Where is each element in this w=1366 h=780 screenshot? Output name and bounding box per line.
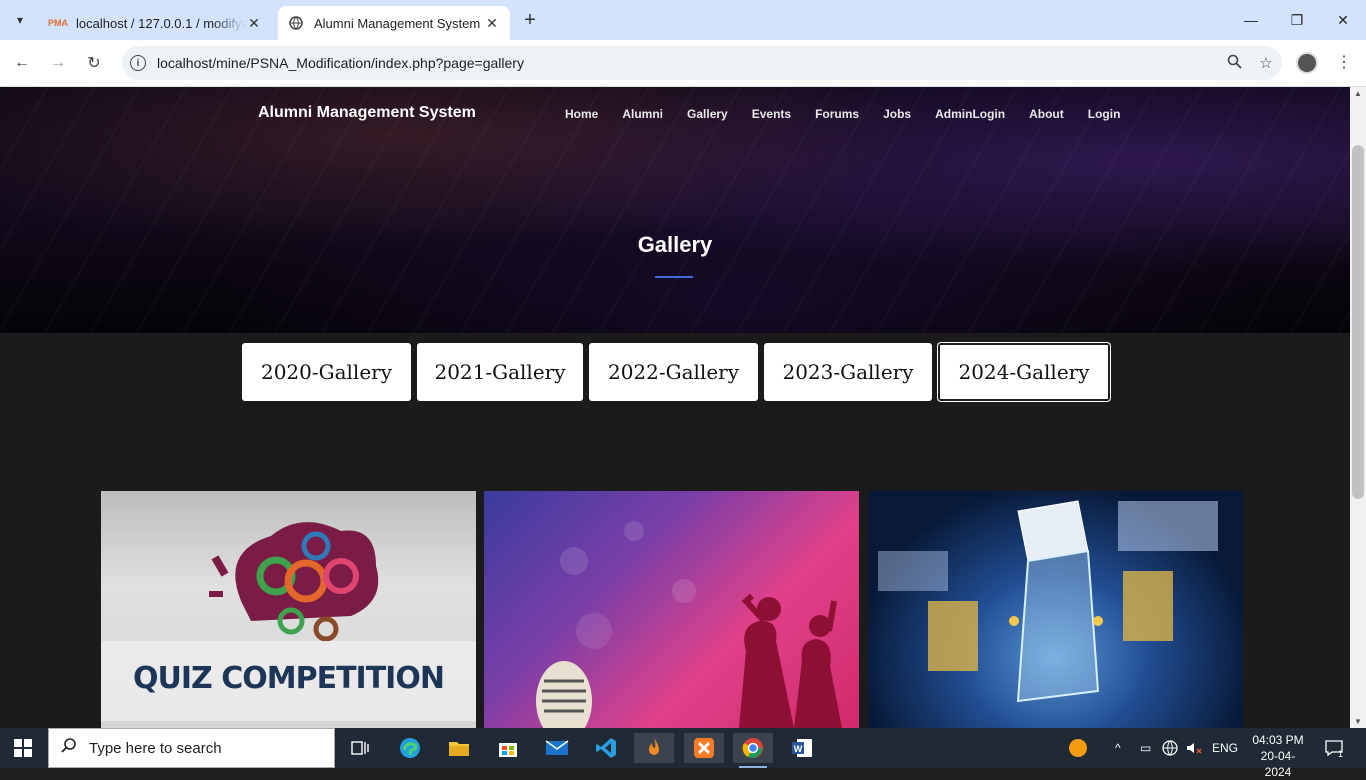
word-icon[interactable]: W xyxy=(782,733,822,763)
nav-adminlogin[interactable]: AdminLogin xyxy=(935,107,1005,121)
hero-background xyxy=(0,87,1350,333)
nav-events[interactable]: Events xyxy=(752,107,791,121)
orange-status-icon[interactable] xyxy=(1068,728,1088,768)
gallery-image-singing[interactable] xyxy=(484,491,859,728)
quiz-caption: QUIZ COMPETITION xyxy=(133,661,445,696)
globe-icon xyxy=(288,15,304,31)
scroll-up-icon[interactable]: ▲ xyxy=(1354,89,1362,98)
close-tab-icon[interactable]: ✕ xyxy=(246,15,262,32)
tab-phpmyadmin[interactable]: PMA localhost / 127.0.0.1 / modifyal ✕ xyxy=(40,6,272,40)
chrome-icon[interactable] xyxy=(733,733,773,768)
mail-icon[interactable] xyxy=(537,733,577,763)
nav-jobs[interactable]: Jobs xyxy=(883,107,911,121)
gallery-image-stage[interactable] xyxy=(868,491,1243,728)
browser-toolbar: ← → ↻ i localhost/mine/PSNA_Modification… xyxy=(0,40,1366,87)
gallery-2024-button[interactable]: 2024-Gallery xyxy=(938,343,1110,401)
nav-login[interactable]: Login xyxy=(1088,107,1121,121)
clock-date: 20-04-2024 xyxy=(1260,749,1296,779)
browser-tab-bar: ▾ PMA localhost / 127.0.0.1 / modifyal ✕… xyxy=(0,0,1366,40)
task-view-icon[interactable] xyxy=(340,733,380,763)
page-title: Gallery xyxy=(637,232,713,257)
edge-icon[interactable] xyxy=(390,733,430,763)
file-explorer-icon[interactable] xyxy=(439,733,479,763)
singers-silhouette xyxy=(536,521,842,728)
tab-alumni[interactable]: Alumni Management System ✕ xyxy=(278,6,510,40)
site-info-icon[interactable]: i xyxy=(130,55,146,71)
show-hidden-icons[interactable]: ^ xyxy=(1115,728,1121,768)
search-placeholder: Type here to search xyxy=(89,739,222,757)
zoom-icon[interactable] xyxy=(1218,54,1250,73)
network-globe-icon[interactable] xyxy=(1162,728,1178,768)
pma-icon: PMA xyxy=(48,18,68,28)
gallery-2021-button[interactable]: 2021-Gallery xyxy=(417,343,583,401)
new-tab-icon[interactable]: + xyxy=(518,8,542,32)
close-tab-icon[interactable]: ✕ xyxy=(484,15,500,32)
back-icon[interactable]: ← xyxy=(9,50,35,76)
nav-alumni[interactable]: Alumni xyxy=(622,107,663,121)
nav-forums[interactable]: Forums xyxy=(815,107,859,121)
stage-illustration xyxy=(868,491,1243,728)
scroll-thumb[interactable] xyxy=(1352,145,1364,499)
minimize-icon[interactable]: — xyxy=(1228,6,1274,34)
taskbar-search[interactable]: Type here to search xyxy=(48,728,335,768)
notification-center-icon[interactable]: 1 xyxy=(1324,738,1344,759)
hero-banner: Alumni Management System Home Alumni Gal… xyxy=(0,87,1350,333)
windows-start-icon[interactable] xyxy=(14,739,32,757)
nav-about[interactable]: About xyxy=(1029,107,1064,121)
reload-icon[interactable]: ↻ xyxy=(81,50,107,76)
tab-title: Alumni Management System xyxy=(314,15,481,31)
gallery-2023-button[interactable]: 2023-Gallery xyxy=(764,343,932,401)
restore-icon[interactable]: ❐ xyxy=(1274,6,1320,34)
taskbar-clock[interactable]: 04:03 PM 20-04-2024 xyxy=(1248,732,1308,780)
volume-muted-icon[interactable] xyxy=(1186,728,1202,768)
notification-count: 1 xyxy=(1338,749,1343,758)
menu-kebab-icon[interactable]: ⋮ xyxy=(1334,52,1354,74)
windows-taskbar: Type here to search W ^ ▭ ENG 04:03 PM 2… xyxy=(0,728,1366,779)
bookmark-star-icon[interactable]: ☆ xyxy=(1250,54,1282,72)
gallery-2020-button[interactable]: 2020-Gallery xyxy=(242,343,411,401)
vscode-icon[interactable] xyxy=(586,733,626,763)
address-bar[interactable]: i localhost/mine/PSNA_Modification/index… xyxy=(122,46,1282,80)
search-icon xyxy=(61,738,79,758)
nav-gallery[interactable]: Gallery xyxy=(687,107,728,121)
site-brand[interactable]: Alumni Management System xyxy=(258,104,476,122)
gallery-2022-button[interactable]: 2022-Gallery xyxy=(589,343,758,401)
xampp-icon[interactable] xyxy=(684,733,724,763)
main-nav: Home Alumni Gallery Events Forums Jobs A… xyxy=(565,107,1144,121)
page-scrollbar[interactable]: ▲ ▼ xyxy=(1350,87,1366,728)
language-indicator[interactable]: ENG xyxy=(1212,728,1238,768)
title-underline xyxy=(655,276,693,278)
nav-home[interactable]: Home xyxy=(565,107,598,121)
clock-time: 04:03 PM xyxy=(1252,733,1304,747)
tab-title: localhost / 127.0.0.1 / modifyal xyxy=(76,15,246,31)
gallery-image-quiz[interactable]: QUIZ COMPETITION xyxy=(101,491,476,728)
url-text[interactable]: localhost/mine/PSNA_Modification/index.p… xyxy=(157,55,1218,71)
page-content: Alumni Management System Home Alumni Gal… xyxy=(0,87,1350,728)
tab-search-icon[interactable]: ▾ xyxy=(8,8,32,32)
svg-text:W: W xyxy=(794,744,803,754)
profile-avatar[interactable] xyxy=(1296,52,1318,74)
gallery-year-tabs: 2020-Gallery 2021-Gallery 2022-Gallery 2… xyxy=(242,343,1116,401)
store-icon[interactable] xyxy=(488,733,528,763)
close-window-icon[interactable]: ✕ xyxy=(1320,6,1366,34)
forward-icon[interactable]: → xyxy=(45,50,71,76)
meet-now-icon[interactable]: ▭ xyxy=(1140,728,1151,768)
scroll-down-icon[interactable]: ▼ xyxy=(1354,717,1362,726)
xampp-flame-icon[interactable] xyxy=(634,733,674,763)
